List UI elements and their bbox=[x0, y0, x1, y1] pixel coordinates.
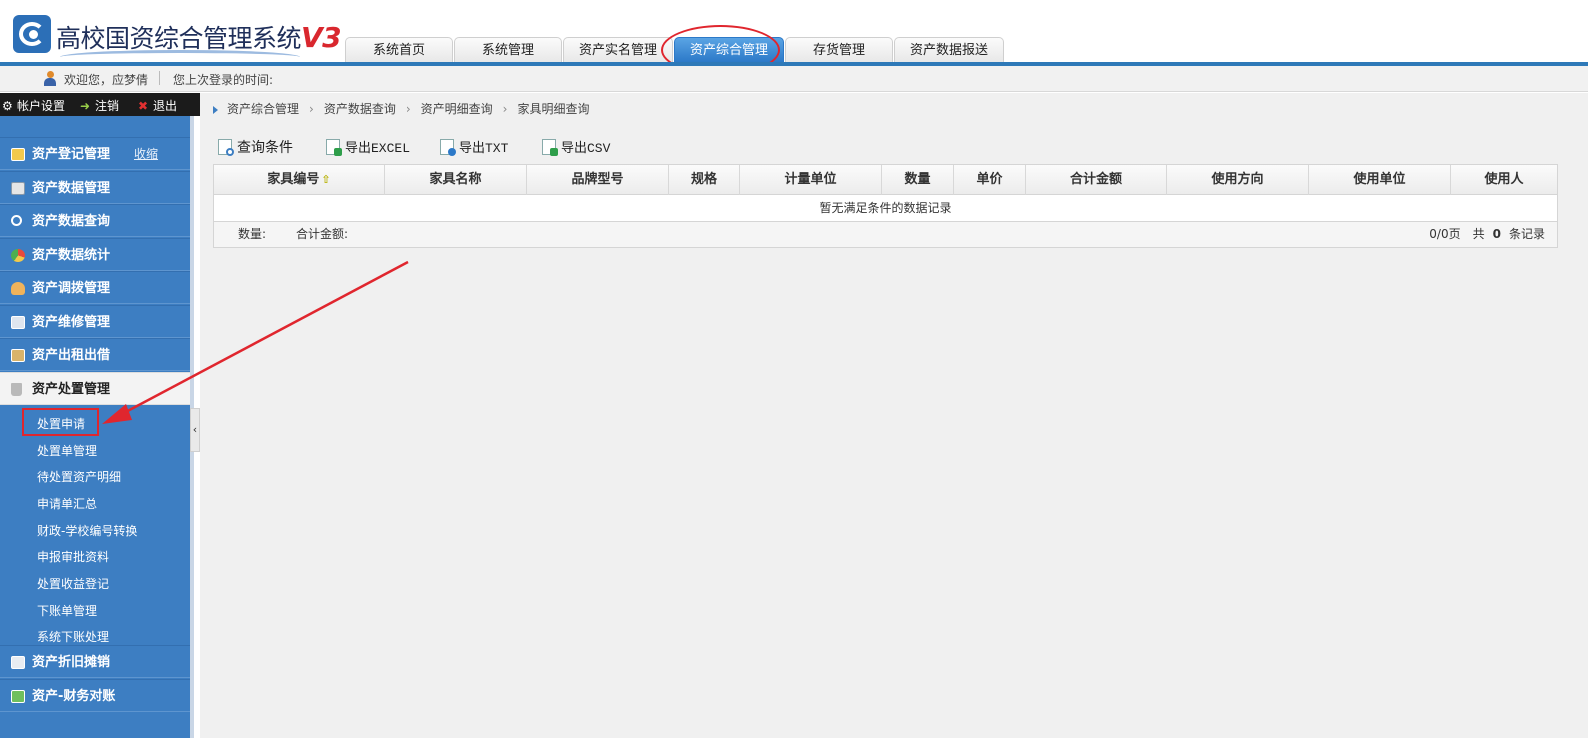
account-settings-button[interactable]: ⚙ 帐户设置 bbox=[2, 97, 65, 114]
submenu-disposal-orders[interactable]: 处置单管理 bbox=[37, 442, 97, 459]
data-icon bbox=[11, 182, 25, 195]
export-txt-button[interactable]: 导出TXT bbox=[440, 137, 508, 156]
column-header[interactable]: 使用方向 bbox=[1167, 165, 1309, 195]
top-tabs: 系统首页 系统管理 资产实名管理 资产综合管理 存货管理 资产数据报送 bbox=[345, 37, 1005, 62]
submenu-number-conversion[interactable]: 财政-学校编号转换 bbox=[37, 522, 137, 539]
header: 高校国资综合管理系统V3 系统首页 系统管理 资产实名管理 资产综合管理 存货管… bbox=[0, 0, 1588, 75]
column-header[interactable]: 合计金额 bbox=[1026, 165, 1167, 195]
grid-header: 家具编号 ⇧ 家具名称 品牌型号 规格 计量单位 数量 单价 合计金额 使用方向 … bbox=[214, 165, 1557, 195]
footer-total-label: 合计金额: bbox=[296, 227, 349, 241]
sidebar-item-asset-lease[interactable]: 资产出租出借 bbox=[0, 338, 190, 371]
close-icon: ✖ bbox=[138, 99, 149, 113]
txt-icon bbox=[440, 139, 456, 156]
submenu-pending-assets[interactable]: 待处置资产明细 bbox=[37, 468, 121, 485]
lease-icon bbox=[11, 349, 25, 362]
excel-icon bbox=[326, 139, 342, 156]
collapse-link[interactable]: 收缩 bbox=[134, 138, 158, 171]
gear-icon: ⚙ bbox=[2, 99, 13, 113]
depreciation-icon bbox=[11, 656, 25, 669]
chevron-left-icon: ‹ bbox=[192, 423, 198, 436]
divider bbox=[159, 71, 160, 85]
system-version: V3 bbox=[301, 21, 342, 54]
main-content: 资产综合管理 › 资产数据查询 › 资产明细查询 › 家具明细查询 查询条件 导出EXCEL… bbox=[200, 93, 1588, 738]
sidebar-toggle[interactable]: ‹ bbox=[190, 408, 200, 452]
sort-up-icon[interactable]: ⇧ bbox=[321, 165, 330, 195]
column-header[interactable]: 数量 bbox=[882, 165, 954, 195]
submenu-system-writeoff[interactable]: 系统下账处理 bbox=[37, 628, 109, 645]
tab-asset-report[interactable]: 资产数据报送 bbox=[894, 37, 1004, 62]
csv-icon bbox=[542, 139, 558, 156]
user-icon bbox=[44, 71, 56, 86]
account-bar: ⚙ 帐户设置 ➜ 注销 ✖ 退出 bbox=[0, 93, 200, 116]
finance-icon bbox=[11, 690, 25, 703]
record-count: 0 bbox=[1492, 227, 1501, 241]
welcome-text: 欢迎您，应梦倩 bbox=[64, 73, 149, 87]
sidebar-item-asset-data[interactable]: 资产数据管理 bbox=[0, 171, 190, 204]
submenu-disposal-income[interactable]: 处置收益登记 bbox=[37, 575, 109, 592]
empty-message: 暂无满足条件的数据记录 bbox=[214, 195, 1557, 222]
export-excel-button[interactable]: 导出EXCEL bbox=[326, 137, 410, 156]
annotation-box bbox=[22, 408, 99, 436]
breadcrumb-current: 家具明细查询 bbox=[517, 102, 590, 116]
submenu-writeoff-orders[interactable]: 下账单管理 bbox=[37, 602, 97, 619]
data-grid: 家具编号 ⇧ 家具名称 品牌型号 规格 计量单位 数量 单价 合计金额 使用方向 … bbox=[213, 164, 1558, 248]
breadcrumb-item[interactable]: 资产明细查询 bbox=[421, 102, 493, 116]
tab-asset-comprehensive[interactable]: 资产综合管理 bbox=[674, 37, 784, 62]
submenu-application-summary[interactable]: 申请单汇总 bbox=[37, 495, 97, 512]
logout-icon: ➜ bbox=[80, 99, 91, 113]
breadcrumb: 资产综合管理 › 资产数据查询 › 资产明细查询 › 家具明细查询 bbox=[213, 100, 590, 117]
logo-icon bbox=[13, 15, 51, 53]
search-doc-icon bbox=[218, 139, 234, 156]
column-header[interactable]: 使用单位 bbox=[1309, 165, 1451, 195]
chevron-right-icon: › bbox=[502, 102, 508, 116]
last-login-text: 您上次登录的时间: bbox=[173, 73, 274, 87]
footer-qty-label: 数量: bbox=[238, 227, 267, 241]
tab-system-management[interactable]: 系统管理 bbox=[454, 37, 562, 62]
sidebar-item-depreciation[interactable]: 资产折旧摊销 bbox=[0, 645, 190, 678]
stats-icon bbox=[11, 249, 25, 262]
repair-icon bbox=[11, 316, 25, 329]
chevron-right-icon: › bbox=[309, 102, 314, 116]
export-csv-button[interactable]: 导出CSV bbox=[542, 137, 610, 156]
column-header[interactable]: 使用人 bbox=[1451, 165, 1557, 195]
logout-button[interactable]: ➜ 注销 bbox=[80, 97, 119, 114]
breadcrumb-marker-icon bbox=[213, 105, 218, 114]
tab-asset-realname[interactable]: 资产实名管理 bbox=[563, 37, 673, 62]
column-header[interactable]: 家具编号 ⇧ bbox=[214, 165, 385, 195]
sidebar-item-asset-repair[interactable]: 资产维修管理 bbox=[0, 305, 190, 338]
register-icon bbox=[11, 148, 25, 161]
column-header[interactable]: 规格 bbox=[669, 165, 740, 195]
sidebar-item-asset-query[interactable]: 资产数据查询 bbox=[0, 204, 190, 237]
tab-inventory[interactable]: 存货管理 bbox=[785, 37, 893, 62]
breadcrumb-item[interactable]: 资产数据查询 bbox=[324, 102, 396, 116]
sidebar-item-asset-transfer[interactable]: 资产调拨管理 bbox=[0, 271, 190, 304]
users-icon bbox=[11, 282, 25, 295]
grid-footer: 数量: 合计金额: 0/0页共 0 条记录 bbox=[214, 222, 1557, 247]
trash-icon bbox=[11, 383, 22, 396]
search-icon bbox=[11, 215, 22, 226]
column-header[interactable]: 品牌型号 bbox=[527, 165, 669, 195]
tab-home[interactable]: 系统首页 bbox=[345, 37, 453, 62]
query-conditions-button[interactable]: 查询条件 bbox=[218, 137, 293, 157]
exit-button[interactable]: ✖ 退出 bbox=[138, 97, 177, 114]
column-header[interactable]: 计量单位 bbox=[740, 165, 882, 195]
column-header[interactable]: 单价 bbox=[954, 165, 1026, 195]
submenu-approval-materials[interactable]: 申报审批资料 bbox=[37, 548, 109, 565]
welcome-bar: 欢迎您，应梦倩 您上次登录的时间: bbox=[0, 66, 1588, 92]
sidebar-item-asset-stats[interactable]: 资产数据统计 bbox=[0, 238, 190, 271]
pagination-info: 0/0页共 0 条记录 bbox=[1429, 227, 1545, 241]
breadcrumb-item[interactable]: 资产综合管理 bbox=[227, 102, 299, 116]
sidebar-item-finance-reconcile[interactable]: 资产-财务对账 bbox=[0, 679, 190, 712]
chevron-right-icon: › bbox=[405, 102, 411, 116]
app-window: 高校国资综合管理系统V3 系统首页 系统管理 资产实名管理 资产综合管理 存货管… bbox=[0, 0, 1588, 738]
sidebar-item-asset-register[interactable]: 资产登记管理 收缩 bbox=[0, 137, 190, 170]
column-header[interactable]: 家具名称 bbox=[385, 165, 527, 195]
sidebar-item-asset-disposal[interactable]: 资产处置管理 bbox=[0, 372, 190, 405]
